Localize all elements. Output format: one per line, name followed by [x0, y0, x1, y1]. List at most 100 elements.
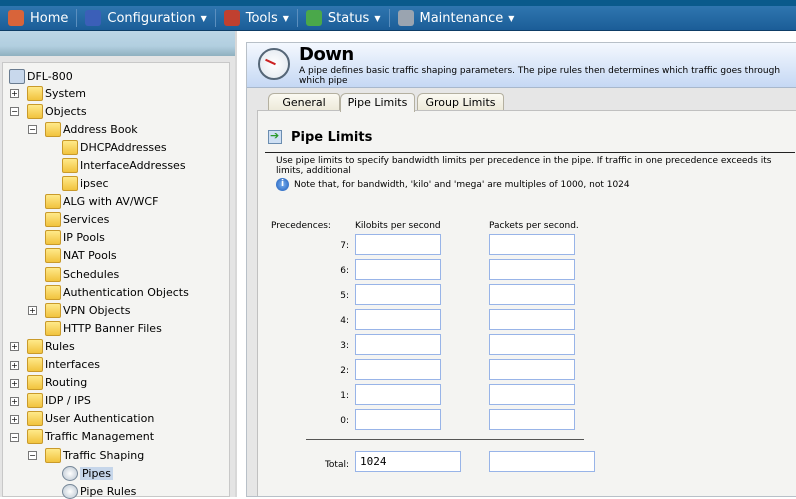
- tree-item-label: IDP / IPS: [45, 394, 91, 408]
- expand-icon[interactable]: +: [10, 396, 19, 406]
- total-kbps-input[interactable]: 1024: [355, 451, 461, 472]
- kbps-input[interactable]: [355, 234, 441, 255]
- pps-input[interactable]: [489, 384, 575, 405]
- chevron-down-icon: ▼: [282, 13, 289, 23]
- folder-icon: [27, 85, 43, 101]
- tree-item-interfaceaddresses[interactable]: InterfaceAddresses: [62, 157, 186, 173]
- tree-item-objects[interactable]: Objects: [27, 103, 87, 119]
- tree-item-pipes[interactable]: Pipes: [62, 465, 113, 481]
- tree-item-label: Traffic Shaping: [63, 448, 145, 462]
- tree-item-ipsec[interactable]: ipsec: [62, 176, 109, 192]
- tree-item-http-banner-files[interactable]: HTTP Banner Files: [45, 320, 162, 336]
- tools-icon: [223, 10, 240, 26]
- folder-icon: [45, 248, 61, 264]
- pps-input[interactable]: [489, 309, 575, 330]
- total-pps-input[interactable]: [489, 451, 595, 472]
- kbps-input[interactable]: [355, 309, 441, 330]
- kbps-input[interactable]: [355, 359, 441, 380]
- tree-item-label: System: [45, 86, 87, 100]
- pps-input[interactable]: [489, 359, 575, 380]
- folder-icon: [62, 483, 78, 499]
- main-nav: Home Configuration ▼ Tools ▼ Status ▼ Maintenan…: [0, 6, 796, 31]
- pps-input[interactable]: [489, 234, 575, 255]
- tree-item-label: VPN Objects: [63, 303, 131, 317]
- tree-item-label: User Authentication: [45, 412, 155, 426]
- nav-status[interactable]: Status ▼: [298, 6, 389, 30]
- tree-item-label: HTTP Banner Files: [63, 321, 162, 335]
- nav-home[interactable]: Home: [0, 6, 76, 30]
- tree-item-rules[interactable]: Rules: [27, 338, 75, 354]
- tree-item-label: Pipe Rules: [80, 484, 137, 498]
- expand-icon[interactable]: +: [10, 89, 19, 98]
- nav-label: Status: [327, 10, 370, 26]
- folder-icon: [27, 393, 43, 409]
- folder-icon: [45, 447, 61, 463]
- tree-item-idp-ips[interactable]: IDP / IPS: [27, 393, 91, 409]
- chevron-down-icon: ▼: [374, 13, 381, 23]
- tree-item-schedules[interactable]: Schedules: [45, 266, 119, 282]
- precedence-label: 4:: [340, 316, 349, 326]
- tree-item-alg-with-av-wcf[interactable]: ALG with AV/WCF: [45, 194, 158, 210]
- collapse-icon[interactable]: −: [10, 107, 19, 117]
- tree-item-system[interactable]: System: [27, 85, 86, 101]
- status-icon: [305, 10, 322, 26]
- folder-icon: [45, 121, 61, 137]
- precedence-label: 6:: [340, 266, 349, 276]
- tree-item-label: Authentication Objects: [63, 285, 189, 299]
- kbps-input[interactable]: [355, 284, 441, 305]
- tree-item-label: Address Book: [63, 122, 138, 136]
- expand-icon[interactable]: +: [10, 342, 19, 352]
- collapse-icon[interactable]: −: [28, 125, 37, 135]
- tree-item-dfl-800[interactable]: DFL-800: [9, 68, 73, 84]
- tree-item-label: DFL-800: [27, 69, 73, 83]
- page-description: A pipe defines basic traffic shaping par…: [299, 66, 781, 86]
- tree-item-ip-pools[interactable]: IP Pools: [45, 230, 105, 246]
- main-panel: Down A pipe defines basic traffic shapin…: [246, 42, 796, 497]
- kbps-input[interactable]: [355, 259, 441, 280]
- section-description: Use pipe limits to specify bandwidth lim…: [276, 156, 772, 176]
- folder-icon: [62, 465, 78, 481]
- tree-item-routing[interactable]: Routing: [27, 375, 87, 391]
- tree-item-address-book[interactable]: Address Book: [45, 121, 138, 137]
- info-note: Note that, for bandwidth, 'kilo' and 'me…: [294, 180, 630, 190]
- tab-group-limits[interactable]: Group Limits: [417, 93, 504, 111]
- kbps-input[interactable]: [355, 409, 441, 430]
- total-divider: [306, 439, 584, 440]
- expand-icon[interactable]: +: [10, 414, 19, 424]
- tree-item-vpn-objects[interactable]: VPN Objects: [45, 302, 130, 318]
- folder-icon: [27, 411, 43, 427]
- tree-item-interfaces[interactable]: Interfaces: [27, 357, 100, 373]
- collapse-icon[interactable]: −: [28, 451, 37, 460]
- expand-icon[interactable]: +: [10, 378, 19, 388]
- tree-item-nat-pools[interactable]: NAT Pools: [45, 248, 117, 264]
- expand-icon[interactable]: +: [10, 360, 19, 370]
- pps-input[interactable]: [489, 284, 575, 305]
- tree-item-authentication-objects[interactable]: Authentication Objects: [45, 284, 189, 300]
- tree-item-label: IP Pools: [63, 231, 105, 245]
- tab-pipe-limits[interactable]: Pipe Limits: [340, 93, 415, 112]
- folder-icon: [45, 194, 61, 210]
- pipe-gauge-icon: [258, 48, 290, 80]
- precedence-label: 1:: [340, 391, 349, 401]
- nav-maintenance[interactable]: Maintenance ▼: [390, 6, 523, 30]
- tree-item-dhcpaddresses[interactable]: DHCPAddresses: [62, 139, 167, 155]
- nav-tools[interactable]: Tools ▼: [216, 6, 297, 30]
- tree-item-traffic-shaping[interactable]: Traffic Shaping: [45, 447, 144, 463]
- folder-icon: [27, 338, 43, 354]
- folder-icon: [27, 103, 43, 119]
- pps-input[interactable]: [489, 409, 575, 430]
- tree-item-services[interactable]: Services: [45, 212, 109, 228]
- kbps-input[interactable]: [355, 334, 441, 355]
- section-divider: [265, 152, 795, 153]
- nav-configuration[interactable]: Configuration ▼: [77, 6, 214, 30]
- tree-item-user-authentication[interactable]: User Authentication: [27, 411, 154, 427]
- panel-divider[interactable]: [235, 31, 237, 497]
- tab-general[interactable]: General: [268, 93, 340, 111]
- pps-input[interactable]: [489, 334, 575, 355]
- collapse-icon[interactable]: −: [10, 432, 19, 442]
- nav-label: Tools: [245, 10, 278, 26]
- expand-icon[interactable]: +: [28, 306, 37, 316]
- tree-item-traffic-management[interactable]: Traffic Management: [27, 429, 154, 445]
- kbps-input[interactable]: [355, 384, 441, 405]
- pps-input[interactable]: [489, 259, 575, 280]
